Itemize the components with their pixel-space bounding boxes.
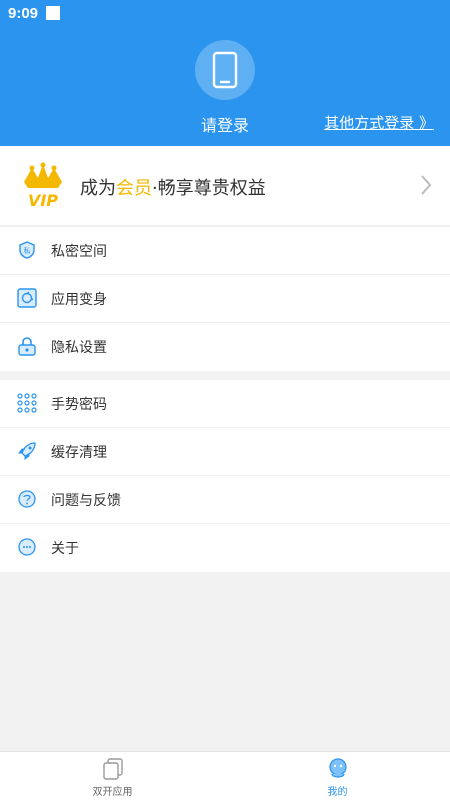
feedback-icon <box>16 488 38 510</box>
other-login-link[interactable]: 其他方式登录 》 <box>324 112 434 133</box>
menu-item-label: 关于 <box>51 541 79 557</box>
shield-icon: 私 <box>16 239 38 261</box>
vip-promo-text: 成为会员·畅享尊贵权益 <box>80 174 266 200</box>
tab-dual-apps[interactable]: 双开应用 <box>0 752 225 800</box>
menu-item-label: 私密空间 <box>51 243 107 260</box>
vip-text-before: 成为 <box>80 178 116 199</box>
menu-item-label: 应用变身 <box>51 291 107 308</box>
vip-crown-icon: VIP <box>24 162 62 208</box>
avatar[interactable] <box>195 40 255 100</box>
menu-item-gesture-password[interactable]: 手势密码 <box>0 380 450 428</box>
menu-group-primary: 私 私密空间 应用变身 隐私设置 <box>0 227 450 371</box>
status-bar: 9:09 <box>0 0 450 26</box>
status-time: 9:09 <box>8 4 39 22</box>
info-icon <box>16 536 38 558</box>
menu-item-app-disguise[interactable]: 应用变身 <box>0 275 450 323</box>
menu-item-feedback[interactable]: 问题与反馈 <box>0 476 450 524</box>
menu-item-label: 隐私设置 <box>51 340 107 356</box>
tab-mine[interactable]: 我的 <box>225 752 450 800</box>
menu-group-secondary: 手势密码 缓存清理 问题与反馈 关于 <box>0 380 450 572</box>
menu-item-label: 问题与反馈 <box>51 492 121 509</box>
profile-mascot-icon <box>328 758 347 778</box>
profile-header: 请登录 其他方式登录 》 <box>0 26 450 146</box>
phone-icon <box>212 51 238 89</box>
vip-logo-text: VIP <box>28 191 58 208</box>
menu-item-private-space[interactable]: 私 私密空间 <box>0 227 450 275</box>
tab-label: 双开应用 <box>92 787 133 798</box>
rocket-icon <box>16 440 38 462</box>
menu-item-about[interactable]: 关于 <box>0 524 450 572</box>
bottom-tab-bar: 双开应用 我的 <box>0 751 450 800</box>
tab-label: 我的 <box>327 787 348 798</box>
gesture-pattern-icon <box>16 392 38 414</box>
menu-item-label: 缓存清理 <box>51 444 107 461</box>
transform-icon <box>16 287 38 309</box>
svg-text:私: 私 <box>24 246 31 255</box>
menu-item-cache-clean[interactable]: 缓存清理 <box>0 428 450 476</box>
lock-icon <box>16 335 38 357</box>
dual-apps-icon <box>102 758 123 780</box>
vip-banner[interactable]: VIP 成为会员·畅享尊贵权益 <box>0 146 450 226</box>
notification-icon <box>46 6 61 20</box>
menu-item-label: 手势密码 <box>51 396 107 413</box>
menu-item-privacy-settings[interactable]: 隐私设置 <box>0 323 450 371</box>
vip-text-after: ·畅享尊贵权益 <box>152 178 266 199</box>
chevron-right-icon <box>421 175 432 195</box>
vip-text-highlight: 会员 <box>116 178 152 199</box>
